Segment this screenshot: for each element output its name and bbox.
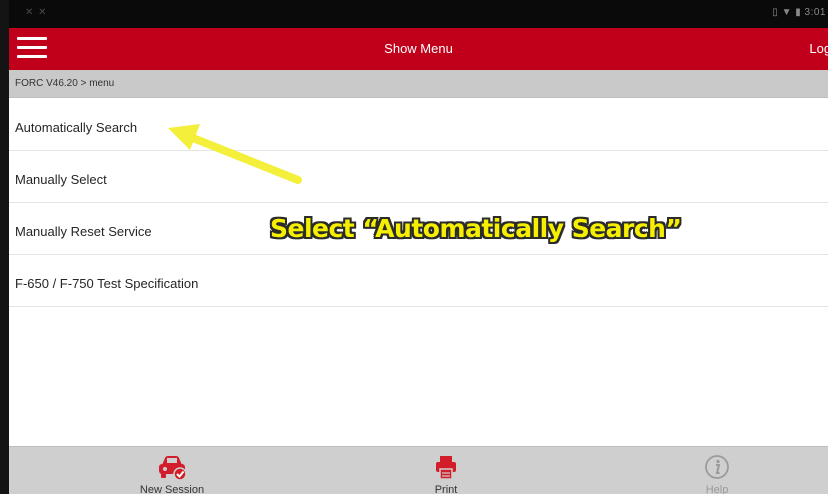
menu-list: Automatically Search Manually Select Man… bbox=[9, 99, 828, 307]
menu-item-label: F-650 / F-750 Test Specification bbox=[15, 276, 199, 291]
annotation-caption: Select “Automatically Search” bbox=[270, 214, 682, 243]
menu-item-label: Automatically Search bbox=[15, 120, 138, 135]
status-bar: ✕ ✕ ▯ ▼ ▮ 3:01 bbox=[9, 0, 828, 28]
car-check-icon bbox=[159, 456, 187, 481]
menu-item-automatically-search[interactable]: Automatically Search bbox=[9, 99, 828, 151]
help-label: Help bbox=[705, 484, 729, 494]
app-screen: ✕ ✕ ▯ ▼ ▮ 3:01 Show Menu Logi FORC V46.2… bbox=[0, 0, 828, 494]
breadcrumb: FORC V46.20 > menu bbox=[9, 70, 828, 98]
device-bezel bbox=[0, 0, 9, 494]
help-button[interactable]: Help bbox=[657, 447, 777, 494]
new-session-label: New Session bbox=[139, 484, 205, 494]
menu-item-test-specification[interactable]: F-650 / F-750 Test Specification bbox=[9, 255, 828, 307]
app-bar: Show Menu Logi bbox=[9, 28, 828, 70]
annotation-arrow-icon bbox=[168, 124, 302, 184]
status-system-info: ▯ ▼ ▮ 3:01 bbox=[772, 7, 826, 18]
menu-item-label: Manually Reset Service bbox=[15, 224, 152, 239]
info-icon bbox=[705, 455, 729, 479]
login-button[interactable]: Logi bbox=[809, 41, 828, 56]
menu-item-label: Manually Select bbox=[15, 172, 107, 187]
printer-icon bbox=[436, 456, 456, 480]
breadcrumb-text: FORC V46.20 > menu bbox=[15, 78, 115, 89]
print-button[interactable]: Print bbox=[386, 447, 506, 494]
bottom-nav: New Session Print Help bbox=[9, 446, 828, 494]
new-session-button[interactable]: New Session bbox=[112, 447, 232, 494]
menu-item-manually-select[interactable]: Manually Select bbox=[9, 151, 828, 203]
page-title: Show Menu bbox=[384, 41, 453, 56]
print-label: Print bbox=[434, 484, 458, 494]
status-notification-icons: ✕ ✕ bbox=[25, 7, 48, 18]
